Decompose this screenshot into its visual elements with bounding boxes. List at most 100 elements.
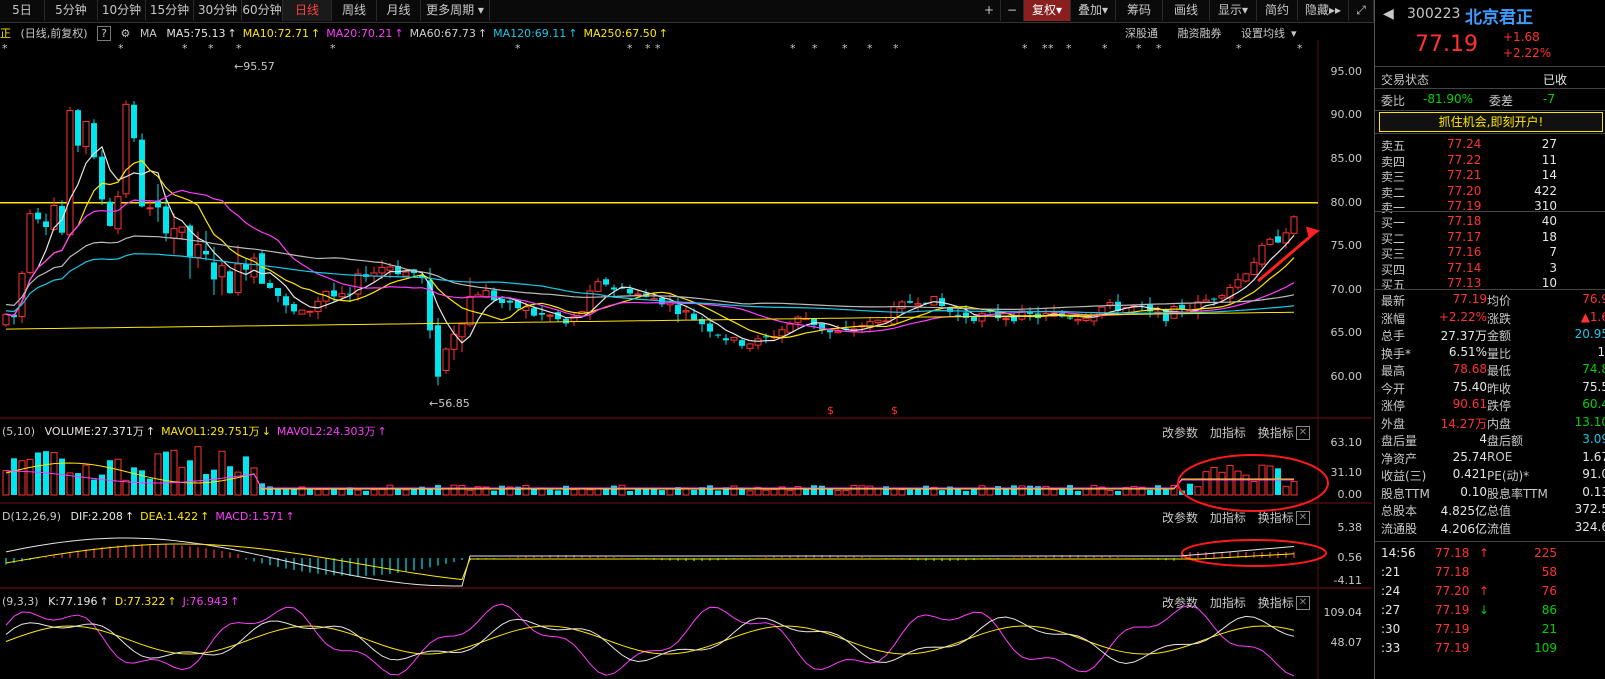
indicator-tick-label: 63.10: [1330, 436, 1363, 449]
book-row[interactable]: 卖五 77.24 27: [1381, 137, 1601, 153]
period-30min-button[interactable]: 30分钟: [194, 0, 242, 21]
hide-label: 隐藏: [1304, 3, 1329, 17]
period-5day-button[interactable]: 5日: [0, 0, 45, 21]
book-row[interactable]: 卖四 77.22 11: [1381, 153, 1601, 169]
hk-connect-link[interactable]: 深股通: [1125, 27, 1158, 40]
stat-label: 均价: [1487, 294, 1512, 308]
volume-bar: [114, 458, 122, 496]
tick-volume: 225: [1534, 546, 1557, 560]
period-5min-button[interactable]: 5分钟: [45, 0, 98, 21]
book-row[interactable]: 买二 77.17 18: [1381, 230, 1601, 246]
candle: [914, 303, 922, 306]
volume-bar: [1266, 465, 1274, 496]
candle: [283, 296, 289, 306]
book-level-label: 卖四: [1381, 154, 1406, 169]
volume-bar: [746, 490, 754, 496]
tick-list[interactable]: 14:56 77.18 ↑ 225:21 77.18 58:24 77.20 ↑ 76:27 77…: [1381, 546, 1605, 676]
volume-bar: [730, 485, 738, 496]
overlay-button[interactable]: 叠加▾: [1071, 0, 1116, 21]
stat-label: 今开: [1381, 381, 1406, 396]
period-15min-button[interactable]: 15分钟: [146, 0, 194, 21]
event-star-icon: *: [893, 42, 899, 55]
book-row[interactable]: 买四 77.14 3: [1381, 261, 1601, 277]
candle: [66, 109, 74, 236]
close-icon[interactable]: ✕: [1296, 511, 1310, 525]
simple-button[interactable]: 简约: [1257, 0, 1298, 21]
stock-chart[interactable]: * * * * * * * * * * * * * * * * * * * * * * * *: [0, 40, 1372, 679]
period-weekly-button[interactable]: 周线: [332, 0, 377, 21]
tick-price: 77.20: [1435, 584, 1470, 598]
margin-trading-link[interactable]: 融资融券: [1178, 27, 1222, 40]
period-monthly-button[interactable]: 月线: [377, 0, 421, 21]
tick-volume: 21: [1541, 622, 1557, 636]
volume-bar: [570, 489, 578, 496]
volume-bar: [586, 489, 594, 496]
candle: [539, 313, 545, 315]
chips-button[interactable]: 筹码: [1116, 0, 1163, 21]
book-row[interactable]: 卖二 77.20 422: [1381, 184, 1601, 200]
add-indicator-button[interactable]: 加指标: [1210, 426, 1246, 440]
switch-indicator-button[interactable]: 换指标: [1258, 511, 1294, 525]
close-icon[interactable]: ✕: [1296, 596, 1310, 610]
candle: [1082, 317, 1090, 321]
restore-rights-button[interactable]: 复权▾: [1024, 0, 1071, 21]
stat-label: 总值: [1487, 504, 1512, 518]
stat-label: 最低: [1487, 364, 1512, 378]
legend-item: DIF:2.208: [70, 510, 123, 523]
quote-panel: ◀ 300223 北京君正 77.19 +1.68 +2.22% 交易状态 已收…: [1374, 0, 1605, 679]
event-star-icon: *: [867, 42, 873, 55]
period-10min-button[interactable]: 10分钟: [98, 0, 146, 21]
fullscreen-icon[interactable]: ⤢: [1349, 0, 1374, 21]
gear-icon[interactable]: ⚙: [120, 27, 130, 40]
volume-bar: [1147, 489, 1153, 495]
hide-button[interactable]: 隐藏▸▸: [1298, 0, 1349, 21]
display-button[interactable]: 显示▾: [1210, 0, 1257, 21]
candle: [99, 156, 105, 200]
candle: [1250, 261, 1258, 276]
book-price: 77.21: [1447, 168, 1482, 182]
close-icon[interactable]: ✕: [1296, 426, 1310, 440]
more-periods-dropdown[interactable]: 更多周期 ▾: [421, 0, 490, 21]
change-params-button[interactable]: 改参数: [1162, 511, 1198, 525]
dea-line: [5, 543, 1295, 581]
book-row[interactable]: 买一 77.18 40: [1381, 214, 1601, 230]
tick-price: 77.18: [1435, 565, 1470, 579]
volume-bar: [227, 466, 233, 495]
book-row[interactable]: 买三 77.16 7: [1381, 245, 1601, 261]
change-params-button[interactable]: 改参数: [1162, 596, 1198, 610]
open-account-banner[interactable]: 抓住机会,即刻开户!: [1379, 112, 1603, 132]
volume-bar: [363, 490, 369, 495]
volume-bar: [1234, 470, 1242, 496]
period-60min-button[interactable]: 60分钟: [242, 0, 283, 21]
legend-item: K:77.196: [48, 595, 98, 608]
volume-bar: [107, 460, 113, 495]
ma-settings-link[interactable]: 设置均线: [1241, 27, 1285, 40]
zoom-in-button[interactable]: +: [978, 0, 1001, 21]
event-star-icon: *: [645, 42, 651, 55]
volume-bar: [1067, 485, 1073, 495]
add-indicator-button[interactable]: 加指标: [1210, 511, 1246, 525]
draw-line-button[interactable]: 画线: [1163, 0, 1210, 21]
add-indicator-button[interactable]: 加指标: [1210, 596, 1246, 610]
volume-bar: [578, 488, 586, 496]
zoom-out-button[interactable]: −: [1001, 0, 1024, 21]
volume-bar: [26, 458, 34, 496]
candle: [563, 318, 569, 324]
change-params-button[interactable]: 改参数: [1162, 426, 1198, 440]
volume-bar: [842, 489, 850, 496]
candle: [834, 330, 842, 334]
arrow-icon: ↑: [99, 595, 109, 608]
ma-legend: MA5:75.13 ↑ MA10:72.71 ↑ MA20:70.21 ↑ MA60:67.…: [166, 27, 674, 40]
quote-stats: 最新 77.19均价 76.9 涨幅 +2.22%涨跌 ▲1.6 总手 27.37万金额 20.…: [1381, 292, 1605, 537]
indicator-tick-label: 48.07: [1330, 636, 1363, 649]
period-daily-button[interactable]: 日线: [283, 0, 332, 21]
stat-value: 372.5: [1574, 502, 1605, 516]
book-row[interactable]: 卖三 77.21 14: [1381, 168, 1601, 184]
chevron-left-icon[interactable]: ◀: [1383, 6, 1394, 22]
switch-indicator-button[interactable]: 换指标: [1258, 426, 1294, 440]
switch-indicator-button[interactable]: 换指标: [1258, 596, 1294, 610]
book-volume: 10: [1541, 276, 1557, 290]
help-icon[interactable]: ?: [97, 26, 111, 41]
book-level-label: 买二: [1381, 231, 1406, 246]
volume-bar: [707, 485, 713, 495]
